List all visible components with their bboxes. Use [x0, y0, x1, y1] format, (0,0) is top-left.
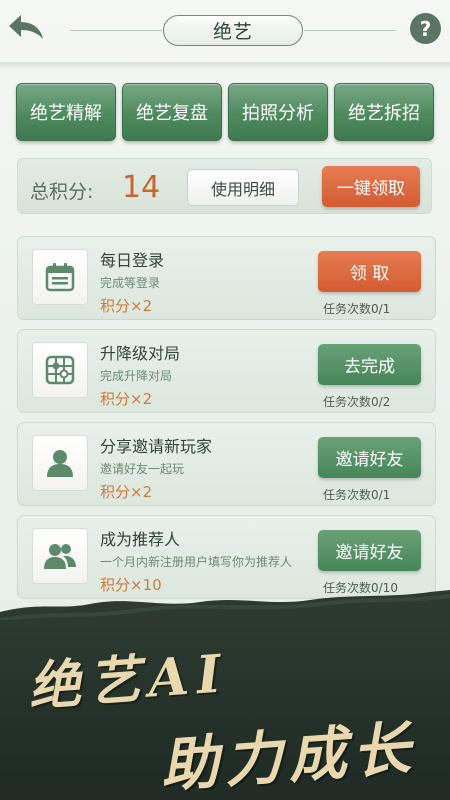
task-desc: 完成升降对局	[100, 369, 173, 383]
task-reward: 积分×2	[100, 483, 153, 501]
task-icon-box	[32, 435, 88, 491]
help-button[interactable]: ?	[410, 13, 441, 44]
task-desc: 完成等登录	[100, 276, 161, 290]
back-arrow-icon	[9, 15, 43, 39]
title-divider-left	[70, 30, 162, 31]
task-icon-box	[32, 342, 88, 398]
task-card-ranked-game: 升降级对局 完成升降对局 积分×2 去完成 任务次数0/2	[17, 329, 436, 413]
task-title: 升降级对局	[100, 344, 181, 363]
task-icon-box	[32, 249, 88, 305]
task-card-invite-new-player: 分享邀请新玩家 邀请好友一起玩 积分×2 邀请好友 任务次数0/1	[17, 422, 436, 506]
score-value: 14	[122, 170, 161, 205]
header-divider	[0, 62, 450, 70]
claim-all-button[interactable]: 一键领取	[322, 166, 420, 207]
calendar-icon	[45, 263, 75, 292]
task-title: 每日登录	[100, 251, 165, 270]
task-icon-box	[32, 528, 88, 584]
page-title: 绝艺	[163, 15, 303, 46]
task-title: 成为推荐人	[100, 530, 181, 549]
tab-review[interactable]: 绝艺复盘	[122, 83, 222, 141]
task-desc: 邀请好友一起玩	[100, 462, 185, 476]
task-count: 任务次数0/1	[323, 488, 391, 502]
score-label: 总积分:	[30, 181, 94, 203]
app-root: 绝艺 ? 绝艺精解 绝艺复盘 拍照分析 绝艺拆招 总积分: 14 使用明细 一键…	[0, 0, 450, 800]
task-title: 分享邀请新玩家	[100, 437, 213, 456]
task-reward: 积分×2	[100, 390, 153, 408]
tab-analysis[interactable]: 绝艺精解	[16, 83, 116, 141]
slogan-line-1: 绝艺AI	[26, 643, 231, 718]
task-count: 任务次数0/1	[323, 302, 391, 316]
claim-button[interactable]: 领 取	[318, 251, 421, 292]
task-card-daily-login: 每日登录 完成等登录 积分×2 领 取 任务次数0/1	[17, 236, 436, 320]
back-button[interactable]	[6, 10, 46, 44]
tab-tactics[interactable]: 绝艺拆招	[334, 83, 434, 141]
task-reward: 积分×2	[100, 297, 153, 315]
task-card-become-referrer: 成为推荐人 一个月内新注册用户填写你为推荐人 积分×10 邀请好友 任务次数0/…	[17, 515, 436, 599]
task-count: 任务次数0/2	[323, 395, 391, 409]
slogan-line-2: 助力成长	[158, 714, 419, 800]
promo-banner: 绝艺AI 助力成长	[0, 590, 450, 800]
invite-friend-button[interactable]: 邀请好友	[318, 530, 421, 571]
go-complete-button[interactable]: 去完成	[318, 344, 421, 385]
task-desc: 一个月内新注册用户填写你为推荐人	[100, 555, 293, 569]
header: 绝艺 ?	[0, 0, 450, 60]
go-board-icon	[45, 355, 75, 385]
users-icon	[44, 544, 76, 569]
invite-friend-button[interactable]: 邀请好友	[318, 437, 421, 478]
tab-photo-analysis[interactable]: 拍照分析	[228, 83, 328, 141]
title-divider-right	[304, 30, 396, 31]
user-icon	[47, 450, 73, 477]
usage-detail-button[interactable]: 使用明细	[187, 169, 299, 206]
